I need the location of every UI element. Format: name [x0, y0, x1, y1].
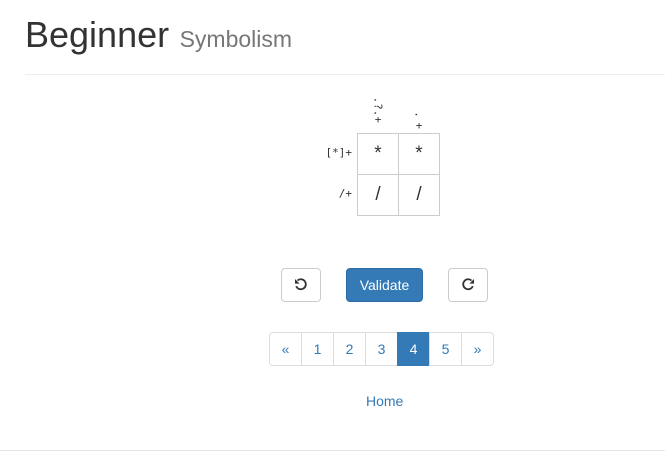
pagination-prev[interactable]: «	[269, 332, 302, 366]
pagination: « 1 2 3 4 5 »	[269, 332, 494, 366]
validate-button[interactable]: Validate	[346, 268, 423, 302]
page-header: Beginner Symbolism	[25, 14, 292, 56]
row-clue-2: /+	[338, 187, 352, 200]
row-clue-1: [*]+	[325, 146, 353, 159]
page-title: Beginner	[25, 14, 170, 55]
footer-divider	[0, 450, 665, 451]
pagination-page-3[interactable]: 3	[365, 332, 398, 366]
grid-row: * *	[357, 133, 440, 175]
puzzle-grid: * * / /	[357, 133, 440, 216]
undo-button[interactable]	[281, 268, 321, 302]
grid-cell[interactable]: /	[357, 174, 399, 216]
pagination-next[interactable]: »	[461, 332, 494, 366]
column-clue-2-text: .	[412, 111, 426, 118]
page-subtitle: Symbolism	[179, 26, 293, 52]
grid-row: / /	[357, 174, 440, 216]
column-clue-1-suffix: +	[374, 113, 382, 126]
column-clue-1-text: .?.	[371, 96, 385, 117]
column-clue-2: . +	[409, 108, 429, 131]
header-divider	[25, 74, 665, 75]
grid-cell[interactable]: *	[357, 133, 399, 175]
pagination-page-5[interactable]: 5	[429, 332, 462, 366]
pagination-page-2[interactable]: 2	[333, 332, 366, 366]
redo-icon	[462, 278, 474, 291]
grid-cell[interactable]: *	[398, 133, 440, 175]
grid-cell[interactable]: /	[398, 174, 440, 216]
column-clue-1: .?. +	[368, 96, 388, 126]
pagination-page-4[interactable]: 4	[397, 332, 430, 366]
pagination-page-1[interactable]: 1	[301, 332, 334, 366]
redo-button[interactable]	[448, 268, 488, 302]
undo-icon	[295, 278, 307, 291]
home-link[interactable]: Home	[366, 393, 403, 409]
